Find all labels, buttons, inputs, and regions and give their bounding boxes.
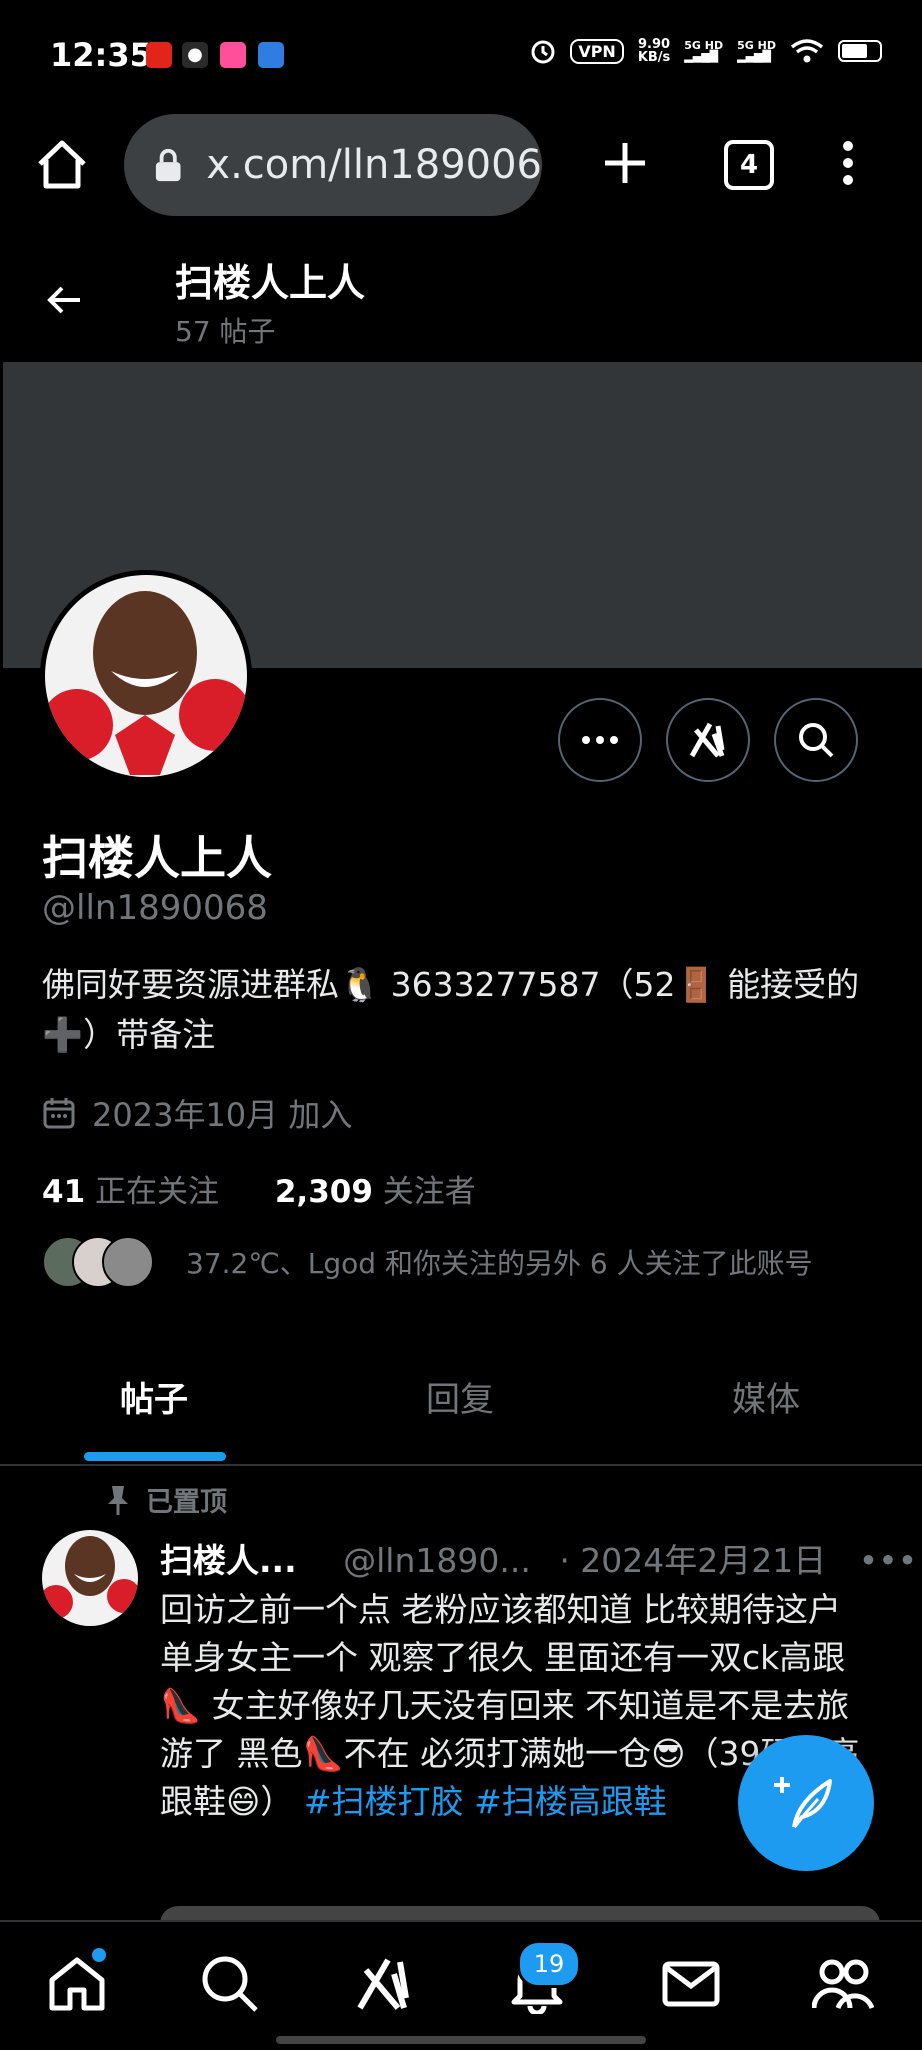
profile-tabs: 帖子 回复 媒体 [0,1344,922,1466]
calendar-icon [43,1098,75,1129]
compose-post-button[interactable] [738,1735,874,1871]
header-post-count: 57 帖子 [175,315,276,348]
grok-icon [689,722,725,758]
follower-avatar [102,1236,154,1288]
tab-replies[interactable]: 回复 [426,1372,494,1421]
post-header: 扫楼人... @lln1890... · 2024年2月21日 ••• [160,1534,917,1582]
browser-menu-icon[interactable] [840,140,856,186]
new-tab-icon[interactable] [600,138,650,188]
join-date-text: 2023年10月 加入 [92,1096,353,1134]
gesture-bar [276,2036,646,2044]
app-notification-icon [146,42,172,68]
profile-avatar[interactable] [40,570,252,782]
vpn-badge: VPN [570,38,624,64]
wechat-icon: ● [182,42,208,68]
status-time: 12:35 [50,36,152,74]
battery-icon [838,40,882,62]
post-date[interactable]: · 2024年2月21日 [559,1541,826,1580]
tab-switcher-button[interactable]: 4 [724,140,774,190]
url-bar[interactable]: x.com/lln189006 [124,114,542,216]
hashtag-link[interactable]: #扫楼打胶 [304,1782,464,1821]
join-date: 2023年10月 加入 [42,1090,352,1136]
status-indicators: VPN 9.90 KB/s 5G HD ▂▄▆█ 5G HD ▂▄▆█ [530,38,882,64]
network-speed: 9.90 KB/s [637,37,671,65]
hashtag-link[interactable]: #扫楼高跟鞋 [474,1782,667,1821]
alarm-icon [531,40,555,64]
following-link[interactable]: 41 正在关注 [42,1174,219,1210]
home-unread-dot [92,1948,106,1962]
wifi-icon [790,39,824,63]
followed-by-text: 37.2℃、Lgod 和你关注的另外 6 人关注了此账号 [186,1247,813,1280]
compose-feather-icon [774,1777,832,1829]
avatar-image [45,575,247,777]
header-title: 扫楼人上人 [175,261,366,305]
signal-sim1-icon: 5G HD ▂▄▆█ [684,39,724,63]
browser-toolbar: x.com/lln189006 4 [0,110,922,220]
post-author-handle[interactable]: @lln1890... [343,1541,531,1580]
messages-mail-icon[interactable] [660,1952,722,2014]
lock-icon [155,148,181,182]
more-options-button[interactable] [558,698,642,782]
post-more-button[interactable]: ••• [859,1541,917,1580]
followers-link[interactable]: 2,309 关注者 [275,1174,476,1210]
pin-icon [108,1485,128,1515]
profile-display-name: 扫楼人上人 [42,831,272,885]
search-icon [799,723,834,758]
follow-stats: 41 正在关注 2,309 关注者 [42,1166,476,1211]
app-notification-icon-3 [258,42,284,68]
notification-count-badge: 19 [517,1940,581,1988]
grok-nav-icon[interactable] [354,1952,416,2014]
app-notification-icon-2 [220,42,246,68]
followed-by-row[interactable]: 37.2℃、Lgod 和你关注的另外 6 人关注了此账号 [42,1236,813,1288]
profile-handle: @lln1890068 [42,888,268,928]
bottom-navigation: 19 [0,1920,922,2050]
active-tab-indicator [84,1452,226,1461]
post-author-name[interactable]: 扫楼人... [160,1541,297,1580]
avatar-image [42,1530,138,1626]
browser-home-icon[interactable] [34,136,90,192]
more-icon [582,736,618,744]
status-bar: 12:35 ● VPN 9.90 KB/s 5G HD ▂▄▆█ 5G HD ▂▄▆█ [0,0,922,110]
pinned-label: 已置顶 [104,1480,227,1519]
profile-bio: 佛同好要资源进群私🐧 3633277587（52🚪 能接受的➕）带备注 [42,965,860,1054]
tab-posts[interactable]: 帖子 [120,1372,188,1421]
signal-sim2-icon: 5G HD ▂▄▆█ [737,39,776,63]
url-text: x.com/lln189006 [206,142,542,188]
back-arrow-icon[interactable] [44,280,84,320]
communities-icon[interactable] [812,1952,874,2014]
post-author-avatar[interactable] [42,1530,138,1626]
search-profile-button[interactable] [774,698,858,782]
grok-button[interactable] [666,698,750,782]
explore-search-icon[interactable] [198,1952,260,2014]
tab-media[interactable]: 媒体 [732,1372,800,1421]
